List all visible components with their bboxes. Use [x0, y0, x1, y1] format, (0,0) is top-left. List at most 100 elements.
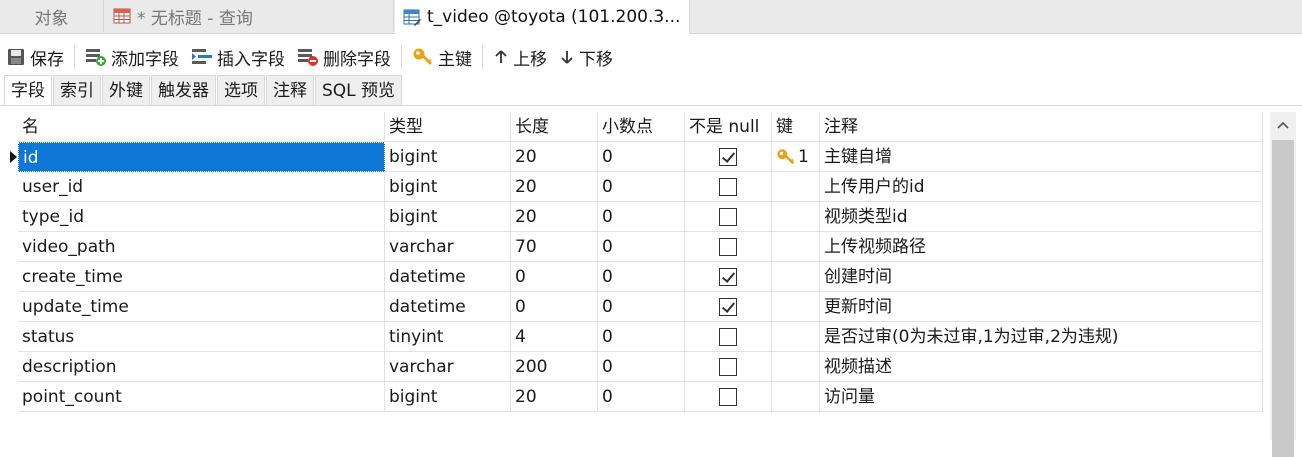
field-name-cell[interactable]: video_path: [18, 232, 385, 262]
table-row[interactable]: create_time datetime 0 0 创建时间: [18, 262, 1263, 292]
primary-key-button[interactable]: 主键: [406, 43, 478, 71]
not-null-checkbox[interactable]: [719, 237, 737, 256]
scroll-up-icon[interactable]: [1270, 112, 1296, 138]
field-name-cell[interactable]: point_count: [18, 382, 385, 412]
field-type-cell[interactable]: varchar: [385, 352, 511, 382]
field-type-cell[interactable]: datetime: [385, 292, 511, 322]
field-type-cell[interactable]: datetime: [385, 262, 511, 292]
not-null-cell[interactable]: [685, 352, 772, 382]
field-decimals-cell[interactable]: 0: [598, 352, 685, 382]
table-row[interactable]: user_id bigint 20 0 上传用户的id: [18, 172, 1263, 202]
tab-fields[interactable]: 字段: [4, 75, 52, 105]
not-null-cell[interactable]: [685, 322, 772, 352]
tab-sql-preview[interactable]: SQL 预览: [315, 75, 403, 105]
not-null-cell[interactable]: [685, 232, 772, 262]
field-name-cell[interactable]: status: [18, 322, 385, 352]
table-row[interactable]: description varchar 200 0 视频描述: [18, 352, 1263, 382]
not-null-checkbox[interactable]: [719, 207, 737, 226]
scrollbar-thumb[interactable]: [1272, 140, 1294, 457]
field-comment-cell[interactable]: 视频描述: [820, 352, 1263, 382]
header-not-null[interactable]: 不是 null: [685, 112, 772, 142]
not-null-cell[interactable]: [685, 382, 772, 412]
field-decimals-cell[interactable]: 0: [598, 322, 685, 352]
tab-t-video-design[interactable]: t_video @toyota (101.200.3...: [395, 0, 690, 34]
add-field-button[interactable]: 添加字段: [79, 43, 185, 71]
field-length-cell[interactable]: 20: [511, 142, 598, 172]
not-null-checkbox[interactable]: [719, 267, 737, 286]
not-null-cell[interactable]: [685, 172, 772, 202]
field-decimals-cell[interactable]: 0: [598, 292, 685, 322]
field-type-cell[interactable]: bigint: [385, 202, 511, 232]
field-length-cell[interactable]: 70: [511, 232, 598, 262]
insert-field-button[interactable]: 插入字段: [185, 43, 291, 71]
not-null-checkbox[interactable]: [719, 177, 737, 196]
field-name-cell[interactable]: update_time: [18, 292, 385, 322]
field-length-cell[interactable]: 0: [511, 262, 598, 292]
field-type-cell[interactable]: bigint: [385, 142, 511, 172]
not-null-checkbox[interactable]: [719, 297, 737, 316]
key-cell[interactable]: [772, 232, 820, 262]
header-type[interactable]: 类型: [385, 112, 511, 142]
key-cell[interactable]: [772, 172, 820, 202]
not-null-cell[interactable]: [685, 262, 772, 292]
field-type-cell[interactable]: tinyint: [385, 322, 511, 352]
header-key[interactable]: 键: [772, 112, 820, 142]
save-button[interactable]: 保存: [0, 43, 70, 71]
tab-options[interactable]: 选项: [217, 75, 265, 105]
field-type-cell[interactable]: bigint: [385, 382, 511, 412]
not-null-checkbox[interactable]: [719, 327, 737, 346]
vertical-scrollbar[interactable]: [1270, 112, 1296, 457]
field-comment-cell[interactable]: 更新时间: [820, 292, 1263, 322]
field-decimals-cell[interactable]: 0: [598, 232, 685, 262]
field-comment-cell[interactable]: 访问量: [820, 382, 1263, 412]
table-row[interactable]: video_path varchar 70 0 上传视频路径: [18, 232, 1263, 262]
field-decimals-cell[interactable]: 0: [598, 202, 685, 232]
tab-foreign-keys[interactable]: 外键: [102, 75, 150, 105]
field-name-cell[interactable]: id: [18, 142, 385, 172]
field-length-cell[interactable]: 20: [511, 382, 598, 412]
field-name-cell[interactable]: description: [18, 352, 385, 382]
key-cell[interactable]: [772, 322, 820, 352]
key-cell[interactable]: 1: [772, 142, 820, 172]
move-up-button[interactable]: 上移: [487, 43, 553, 71]
header-comment[interactable]: 注释: [820, 112, 1263, 142]
not-null-checkbox[interactable]: [719, 147, 737, 166]
field-name-cell[interactable]: type_id: [18, 202, 385, 232]
table-row[interactable]: type_id bigint 20 0 视频类型id: [18, 202, 1263, 232]
tab-indexes[interactable]: 索引: [53, 75, 101, 105]
tab-comment[interactable]: 注释: [266, 75, 314, 105]
field-length-cell[interactable]: 20: [511, 172, 598, 202]
field-comment-cell[interactable]: 视频类型id: [820, 202, 1263, 232]
field-length-cell[interactable]: 0: [511, 292, 598, 322]
header-length[interactable]: 长度: [511, 112, 598, 142]
table-row[interactable]: point_count bigint 20 0 访问量: [18, 382, 1263, 412]
header-decimals[interactable]: 小数点: [598, 112, 685, 142]
field-decimals-cell[interactable]: 0: [598, 382, 685, 412]
not-null-cell[interactable]: [685, 292, 772, 322]
not-null-cell[interactable]: [685, 202, 772, 232]
field-name-cell[interactable]: user_id: [18, 172, 385, 202]
field-comment-cell[interactable]: 主键自增: [820, 142, 1263, 172]
field-length-cell[interactable]: 20: [511, 202, 598, 232]
field-decimals-cell[interactable]: 0: [598, 262, 685, 292]
table-row[interactable]: status tinyint 4 0 是否过审(0为未过审,1为过审,2为违规): [18, 322, 1263, 352]
table-row[interactable]: id bigint 20 0 1 主键自增: [18, 142, 1263, 172]
not-null-checkbox[interactable]: [719, 357, 737, 376]
tab-triggers[interactable]: 触发器: [151, 75, 216, 105]
tab-untitled-query[interactable]: * 无标题 - 查询: [105, 0, 394, 32]
field-type-cell[interactable]: bigint: [385, 172, 511, 202]
field-comment-cell[interactable]: 上传用户的id: [820, 172, 1263, 202]
table-row[interactable]: update_time datetime 0 0 更新时间: [18, 292, 1263, 322]
header-name[interactable]: 名: [18, 112, 385, 142]
field-name-cell[interactable]: create_time: [18, 262, 385, 292]
delete-field-button[interactable]: 删除字段: [291, 43, 397, 71]
not-null-cell[interactable]: [685, 142, 772, 172]
key-cell[interactable]: [772, 202, 820, 232]
field-length-cell[interactable]: 4: [511, 322, 598, 352]
not-null-checkbox[interactable]: [719, 387, 737, 406]
key-cell[interactable]: [772, 382, 820, 412]
key-cell[interactable]: [772, 262, 820, 292]
move-down-button[interactable]: 下移: [553, 43, 619, 71]
field-type-cell[interactable]: varchar: [385, 232, 511, 262]
field-decimals-cell[interactable]: 0: [598, 172, 685, 202]
